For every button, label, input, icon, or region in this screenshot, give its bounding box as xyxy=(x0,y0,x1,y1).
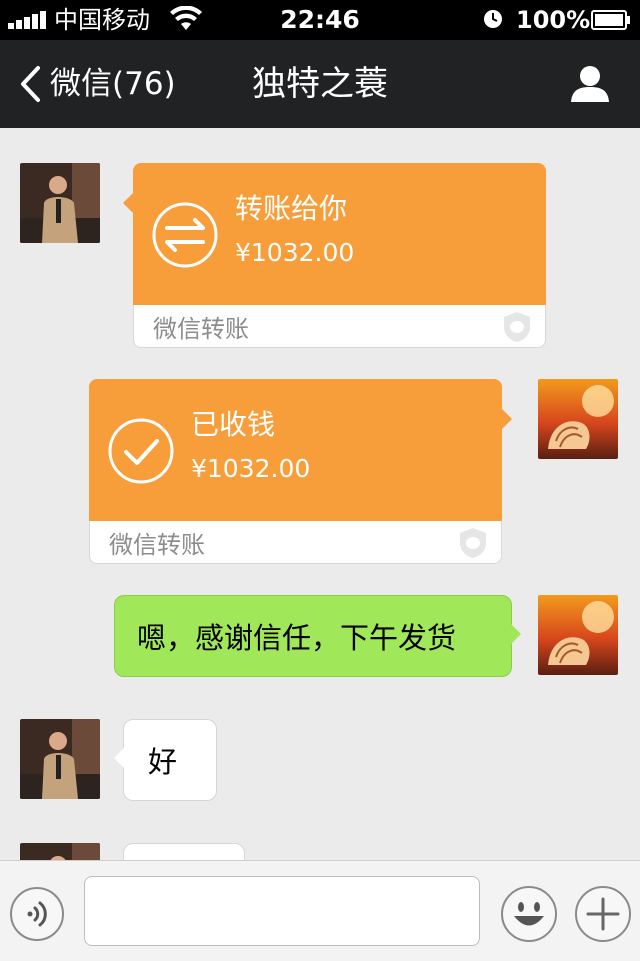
my-avatar[interactable] xyxy=(538,595,618,675)
chat-header: 微信(76) 独特之蓑 xyxy=(0,40,640,128)
transfer-amount: ¥1032.00 xyxy=(191,454,311,483)
contact-avatar[interactable] xyxy=(20,719,100,799)
transfer-footer-label: 微信转账 xyxy=(153,315,249,343)
checkmark-icon xyxy=(108,418,174,484)
my-avatar[interactable] xyxy=(538,379,618,459)
contact-avatar[interactable] xyxy=(20,163,100,243)
transfer-card-received[interactable]: 转账给你 ¥1032.00 微信转账 xyxy=(123,163,546,348)
clock-icon xyxy=(484,10,502,28)
message-input-bar xyxy=(0,860,640,961)
voice-input-button[interactable] xyxy=(10,887,64,941)
received-message-bubble[interactable]: 好 xyxy=(114,719,217,801)
battery-percentage: 100% xyxy=(516,6,591,34)
emoji-button[interactable] xyxy=(500,885,558,943)
sent-message-bubble[interactable]: 嗯，感谢信任，下午发货 xyxy=(114,595,521,677)
chat-title: 独特之蓑 xyxy=(252,64,388,104)
transfer-footer-label: 微信转账 xyxy=(109,531,205,559)
transfer-card-accepted[interactable]: 已收钱 ¥1032.00 微信转账 xyxy=(89,379,512,564)
transfer-title: 已收钱 xyxy=(191,408,276,441)
wechat-pay-shield-icon xyxy=(504,312,530,342)
more-options-button[interactable] xyxy=(574,885,632,943)
transfer-amount: ¥1032.00 xyxy=(235,238,355,267)
message-text-input[interactable] xyxy=(84,876,480,946)
message-text: 嗯，感谢信任，下午发货 xyxy=(137,621,457,655)
battery-icon xyxy=(591,10,630,30)
transfer-title: 转账给你 xyxy=(235,192,348,225)
wechat-pay-shield-icon xyxy=(460,528,486,558)
status-bar: 中国移动 22:46 100% xyxy=(0,0,640,40)
message-text: 好 xyxy=(148,745,178,779)
profile-icon[interactable] xyxy=(570,64,610,104)
transfer-arrows-icon xyxy=(152,202,218,268)
